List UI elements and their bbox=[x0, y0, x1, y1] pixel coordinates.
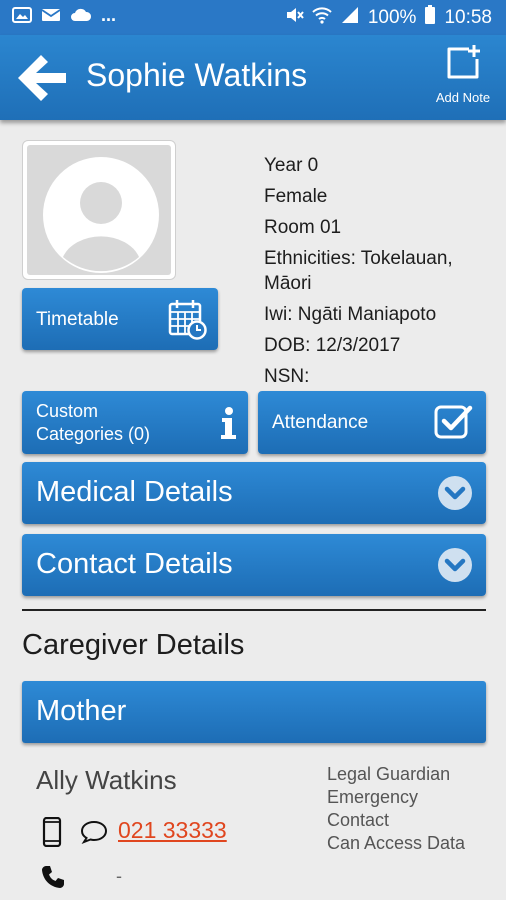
student-info: Year 0 Female Room 01 Ethnicities: Tokel… bbox=[264, 150, 500, 392]
caregiver-name: Ally Watkins bbox=[36, 765, 177, 795]
role-emergency-contact: Emergency Contact bbox=[327, 787, 419, 830]
caregiver-relation-label: Mother bbox=[36, 695, 127, 727]
info-icon bbox=[221, 407, 236, 439]
add-note-label: Add Note bbox=[435, 90, 491, 105]
student-year: Year 0 bbox=[264, 155, 319, 176]
signal-icon bbox=[340, 5, 360, 31]
landline-number: - bbox=[116, 866, 122, 886]
student-gender: Female bbox=[264, 186, 328, 207]
battery-percent: 100% bbox=[367, 7, 417, 28]
add-note-button[interactable]: Add Note bbox=[430, 43, 496, 113]
student-iwi: Iwi: Ngāti Maniapoto bbox=[264, 304, 437, 325]
sms-chat-icon[interactable] bbox=[80, 820, 108, 849]
contact-details-toggle[interactable]: Contact Details bbox=[22, 534, 486, 596]
status-bar: ... 100% 10:58 bbox=[0, 0, 506, 35]
calendar-clock-icon bbox=[168, 300, 207, 340]
chevron-down-circle-icon bbox=[438, 548, 472, 582]
custom-categories-label: Custom Categories (0) bbox=[36, 401, 151, 444]
back-button[interactable] bbox=[14, 51, 70, 105]
custom-categories-button[interactable]: Custom Categories (0) bbox=[22, 391, 248, 454]
attendance-label: Attendance bbox=[272, 412, 369, 433]
medical-details-label: Medical Details bbox=[36, 476, 233, 508]
checkbox-checked-icon bbox=[434, 405, 473, 439]
mobile-phone-icon bbox=[42, 816, 62, 852]
mute-icon bbox=[284, 5, 304, 31]
caregiver-heading: Caregiver Details bbox=[22, 629, 245, 661]
contact-details-label: Contact Details bbox=[36, 548, 233, 580]
battery-icon bbox=[424, 5, 436, 31]
student-photo bbox=[22, 140, 176, 280]
gallery-icon bbox=[12, 7, 32, 28]
timetable-button[interactable]: Timetable bbox=[22, 288, 218, 350]
page-title: Sophie Watkins bbox=[86, 57, 308, 93]
student-ethnicities: Ethnicities: Tokelauan, Māori bbox=[264, 248, 453, 294]
caregiver-roles: Legal Guardian Emergency Contact Can Acc… bbox=[327, 763, 465, 855]
mail-icon bbox=[41, 7, 61, 28]
back-arrow-icon bbox=[18, 55, 66, 101]
add-note-icon bbox=[447, 45, 480, 79]
student-room: Room 01 bbox=[264, 217, 342, 238]
wifi-icon bbox=[312, 5, 332, 31]
attendance-button[interactable]: Attendance bbox=[258, 391, 486, 454]
clock: 10:58 bbox=[444, 7, 492, 28]
role-legal-guardian: Legal Guardian bbox=[327, 764, 451, 784]
caregiver-relation-header: Mother bbox=[22, 681, 486, 743]
app-bar: Sophie Watkins Add Note bbox=[0, 35, 506, 120]
phone-icon bbox=[40, 864, 66, 895]
chevron-down-circle-icon bbox=[438, 476, 472, 510]
mobile-number-link[interactable]: 021 33333 bbox=[118, 817, 227, 844]
medical-details-toggle[interactable]: Medical Details bbox=[22, 462, 486, 524]
cloud-icon bbox=[70, 7, 92, 28]
role-can-access-data: Can Access Data bbox=[327, 833, 466, 853]
section-divider bbox=[22, 609, 486, 611]
student-nsn: NSN: bbox=[264, 366, 310, 387]
timetable-label: Timetable bbox=[36, 309, 119, 330]
avatar-placeholder-icon bbox=[43, 157, 159, 273]
status-overflow: ... bbox=[101, 5, 117, 25]
student-dob: DOB: 12/3/2017 bbox=[264, 335, 401, 356]
